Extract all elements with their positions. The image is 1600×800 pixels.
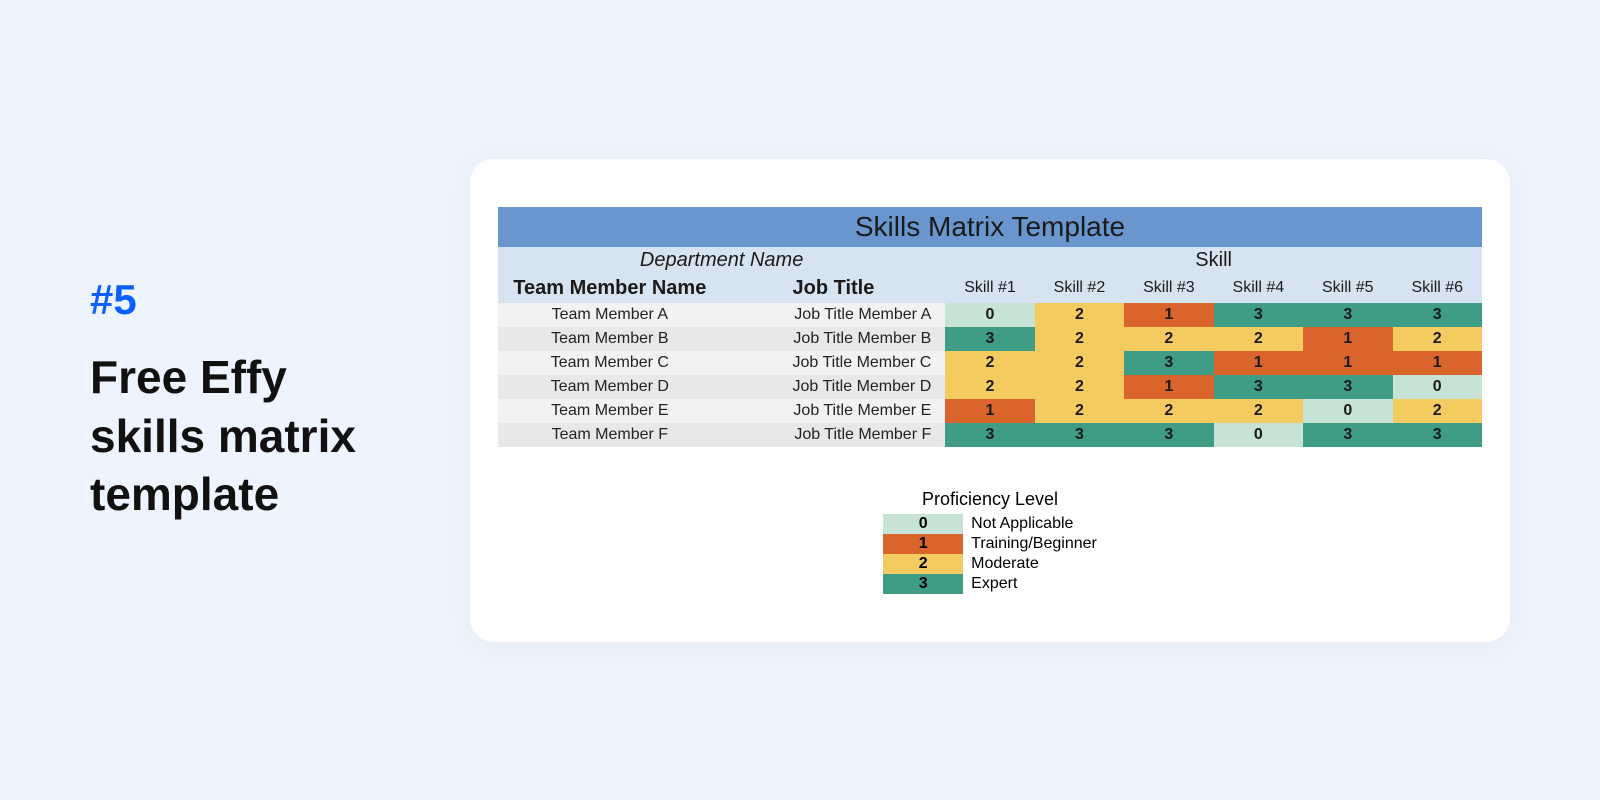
legend-swatch: 0 <box>883 514 963 534</box>
skill-cell: 3 <box>945 327 1034 351</box>
name-header: Team Member Name <box>498 274 722 303</box>
skill-cell: 2 <box>1393 399 1482 423</box>
legend-label: Training/Beginner <box>963 535 1097 553</box>
skill-cell: 2 <box>1035 327 1124 351</box>
skill-cell: 3 <box>1214 303 1303 327</box>
skill-cell: 2 <box>1393 327 1482 351</box>
legend-title: Proficiency Level <box>883 489 1097 510</box>
skill-cell: 1 <box>1303 351 1392 375</box>
skill-cell: 2 <box>1124 327 1213 351</box>
skill-cell: 3 <box>1303 375 1392 399</box>
skill-cell: 2 <box>1035 375 1124 399</box>
table-row: Team Member AJob Title Member A021333 <box>498 303 1482 327</box>
skill-group-label: Skill <box>945 247 1482 274</box>
skill-cell: 3 <box>1035 423 1124 447</box>
legend-swatch: 1 <box>883 534 963 554</box>
skill-header: Skill #4 <box>1214 274 1303 303</box>
skill-cell: 2 <box>1035 303 1124 327</box>
skill-cell: 1 <box>945 399 1034 423</box>
skill-cell: 2 <box>945 351 1034 375</box>
skill-header: Skill #3 <box>1124 274 1213 303</box>
member-name: Team Member C <box>498 351 722 375</box>
matrix-banner: Skills Matrix Template <box>498 207 1482 247</box>
left-panel: #5 Free Effy skills matrix template <box>90 276 410 525</box>
member-name: Team Member A <box>498 303 722 327</box>
legend-swatch: 3 <box>883 574 963 594</box>
skill-cell: 3 <box>945 423 1034 447</box>
job-title: Job Title Member B <box>722 327 946 351</box>
skill-header: Skill #6 <box>1393 274 1482 303</box>
table-row: Team Member FJob Title Member F333033 <box>498 423 1482 447</box>
skill-cell: 0 <box>1214 423 1303 447</box>
template-card: Skills Matrix Template Department Name S… <box>470 159 1510 642</box>
skill-cell: 2 <box>1035 399 1124 423</box>
skill-cell: 2 <box>945 375 1034 399</box>
skill-cell: 3 <box>1393 423 1482 447</box>
skill-cell: 0 <box>1393 375 1482 399</box>
job-title: Job Title Member F <box>722 423 946 447</box>
legend: Proficiency Level 0Not Applicable1Traini… <box>498 489 1482 594</box>
skill-cell: 3 <box>1124 351 1213 375</box>
skill-header: Skill #1 <box>945 274 1034 303</box>
skill-cell: 1 <box>1124 375 1213 399</box>
skill-cell: 1 <box>1214 351 1303 375</box>
job-title: Job Title Member A <box>722 303 946 327</box>
table-row: Team Member EJob Title Member E122202 <box>498 399 1482 423</box>
number-tag: #5 <box>90 276 410 324</box>
job-title: Job Title Member C <box>722 351 946 375</box>
skill-cell: 0 <box>1303 399 1392 423</box>
skill-cell: 1 <box>1124 303 1213 327</box>
member-name: Team Member D <box>498 375 722 399</box>
member-name: Team Member B <box>498 327 722 351</box>
legend-row: 3Expert <box>883 574 1097 594</box>
job-title: Job Title Member E <box>722 399 946 423</box>
skill-header: Skill #2 <box>1035 274 1124 303</box>
member-name: Team Member F <box>498 423 722 447</box>
table-row: Team Member DJob Title Member D221330 <box>498 375 1482 399</box>
skill-cell: 3 <box>1303 303 1392 327</box>
skill-cell: 3 <box>1303 423 1392 447</box>
legend-label: Not Applicable <box>963 515 1073 533</box>
job-header: Job Title <box>722 274 946 303</box>
skill-cell: 3 <box>1214 375 1303 399</box>
skill-cell: 1 <box>1393 351 1482 375</box>
skill-cell: 2 <box>1124 399 1213 423</box>
legend-label: Moderate <box>963 555 1039 573</box>
legend-row: 0Not Applicable <box>883 514 1097 534</box>
skill-cell: 0 <box>945 303 1034 327</box>
skills-matrix-table: Skills Matrix Template Department Name S… <box>498 207 1482 447</box>
table-row: Team Member BJob Title Member B322212 <box>498 327 1482 351</box>
table-row: Team Member CJob Title Member C223111 <box>498 351 1482 375</box>
legend-row: 2Moderate <box>883 554 1097 574</box>
member-name: Team Member E <box>498 399 722 423</box>
skill-cell: 3 <box>1124 423 1213 447</box>
legend-swatch: 2 <box>883 554 963 574</box>
job-title: Job Title Member D <box>722 375 946 399</box>
skill-cell: 2 <box>1214 399 1303 423</box>
skill-cell: 2 <box>1035 351 1124 375</box>
skill-cell: 1 <box>1303 327 1392 351</box>
skill-cell: 2 <box>1214 327 1303 351</box>
legend-label: Expert <box>963 575 1017 593</box>
skill-header: Skill #5 <box>1303 274 1392 303</box>
page-title: Free Effy skills matrix template <box>90 348 410 525</box>
department-label: Department Name <box>640 249 803 271</box>
legend-row: 1Training/Beginner <box>883 534 1097 554</box>
skill-cell: 3 <box>1393 303 1482 327</box>
